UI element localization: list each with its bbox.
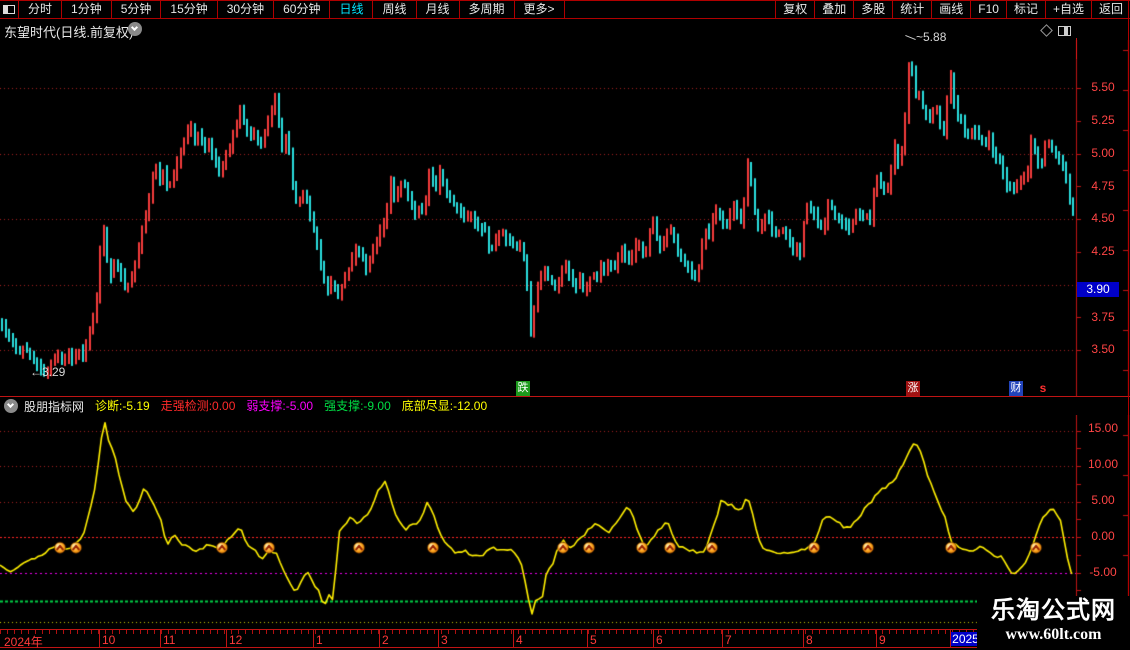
layout-toggle-button[interactable] (0, 1, 19, 18)
toolbar-button-60分钟[interactable]: 60分钟 (274, 1, 330, 18)
month-separator (226, 630, 227, 647)
indicator-chart[interactable] (0, 415, 1130, 630)
indicator-stats: 诊断:-5.19 走强检测:0.00 弱支撑:-5.00 强支撑:-9.00 底部尽显:… (84, 397, 487, 415)
stock-title: 东望时代(日线.前复权) (4, 22, 133, 41)
price-label: 5.00 (1078, 146, 1128, 160)
toolbar-button-1分钟[interactable]: 1分钟 (62, 1, 112, 18)
month-label-8: 8 (806, 633, 813, 647)
indicator-stat-诊断: 诊断:-5.19 (95, 399, 150, 413)
month-label-9: 9 (879, 633, 886, 647)
price-label: 4.50 (1078, 211, 1128, 225)
month-label-6: 6 (656, 633, 663, 647)
month-separator (438, 630, 439, 647)
candlestick-chart[interactable] (0, 40, 1130, 397)
sell-signal-marker: s (1036, 381, 1050, 396)
toolbar-button-复权[interactable]: 复权 (775, 1, 814, 18)
price-label: 4.25 (1078, 244, 1128, 258)
toolbar-button-5分钟[interactable]: 5分钟 (112, 1, 162, 18)
toolbar-button-返回[interactable]: 返回 (1091, 1, 1130, 18)
month-separator (313, 630, 314, 647)
price-label: 5.25 (1078, 113, 1128, 127)
toolbar-button-15分钟[interactable]: 15分钟 (161, 1, 217, 18)
month-label-11: 11 (163, 633, 175, 647)
split-panel-icon (3, 5, 15, 14)
month-label-7: 7 (725, 633, 732, 647)
month-separator (587, 630, 588, 647)
toolbar-button-月线[interactable]: 月线 (417, 1, 460, 18)
date-axis: 2024年 101112123456789 2025 (0, 629, 1077, 648)
month-separator (722, 630, 723, 647)
month-label-1: 1 (316, 633, 323, 647)
low-price-annotation: ←3.29 (30, 365, 65, 379)
signal-badge-财: 财 (1009, 381, 1023, 396)
indicator-value-label: 15.00 (1078, 421, 1128, 435)
month-label-10: 10 (102, 633, 115, 647)
indicator-value-label: 0.00 (1078, 529, 1128, 543)
toolbar-button-分时[interactable]: 分时 (19, 1, 62, 18)
toolbar-button-+自选[interactable]: +自选 (1045, 1, 1091, 18)
toolbar-button-画线[interactable]: 画线 (931, 1, 970, 18)
month-separator (653, 630, 654, 647)
title-dropdown-chevron-icon[interactable] (128, 22, 142, 36)
high-price-annotation: ~5.88 (916, 30, 946, 44)
period-buttons: 分时1分钟5分钟15分钟30分钟60分钟日线周线月线多周期更多> (19, 1, 565, 18)
indicator-stat-走强检测: 走强检测:0.00 (161, 399, 236, 413)
month-separator (513, 630, 514, 647)
watermark-url: www.60lt.com (977, 626, 1130, 644)
indicator-stat-强支撑: 强支撑:-9.00 (324, 399, 391, 413)
date-axis-ticks (0, 630, 1077, 634)
indicator-source-label: 股朋指标网 (24, 398, 84, 415)
toolbar-button-叠加[interactable]: 叠加 (814, 1, 853, 18)
diamond-icon[interactable] (1040, 24, 1053, 37)
price-label: 3.75 (1078, 310, 1128, 324)
toolbar-button-多周期[interactable]: 多周期 (460, 1, 515, 18)
indicator-dropdown-chevron-icon[interactable] (4, 399, 18, 413)
indicator-stat-底部尽显: 底部尽显:-12.00 (402, 399, 487, 413)
indicator-value-label: -5.00 (1078, 565, 1128, 579)
toolbar-button-周线[interactable]: 周线 (373, 1, 416, 18)
price-label: 4.75 (1078, 179, 1128, 193)
trading-app-window: 分时1分钟5分钟15分钟30分钟60分钟日线周线月线多周期更多> 复权叠加多股统… (0, 0, 1130, 650)
watermark: 乐淘公式网 www.60lt.com (977, 596, 1130, 650)
toolbar-button-日线[interactable]: 日线 (330, 1, 373, 18)
month-separator (99, 630, 100, 647)
toolbar-button-标记[interactable]: 标记 (1006, 1, 1045, 18)
signal-badge-跌: 跌 (516, 381, 530, 396)
toolbar-spacer (565, 1, 776, 18)
period-toolbar: 分时1分钟5分钟15分钟30分钟60分钟日线周线月线多周期更多> 复权叠加多股统… (0, 0, 1130, 19)
month-separator (803, 630, 804, 647)
toolbar-button-多股[interactable]: 多股 (853, 1, 892, 18)
price-label: 5.50 (1078, 80, 1128, 94)
toolbar-button-更多>[interactable]: 更多> (515, 1, 565, 18)
month-label-2: 2 (382, 633, 389, 647)
month-label-3: 3 (441, 633, 448, 647)
tool-buttons: 复权叠加多股统计画线F10标记+自选返回 (775, 1, 1130, 18)
watermark-site-name: 乐淘公式网 (977, 596, 1130, 626)
toolbar-button-F10[interactable]: F10 (970, 1, 1006, 18)
month-separator (160, 630, 161, 647)
month-label-4: 4 (516, 633, 523, 647)
indicator-stat-弱支撑: 弱支撑:-5.00 (246, 399, 313, 413)
year-start-label: 2024年 (4, 633, 43, 650)
indicator-value-label: 5.00 (1078, 493, 1128, 507)
indicator-header: 股朋指标网 诊断:-5.19 走强检测:0.00 弱支撑:-5.00 强支撑:-9.0… (0, 398, 487, 414)
right-border (1128, 0, 1129, 650)
price-highlight-badge: 3.90 (1077, 282, 1119, 297)
signal-badge-涨: 涨 (906, 381, 920, 396)
year-end-badge: 2025 (951, 632, 980, 646)
month-separator (379, 630, 380, 647)
price-label: 3.50 (1078, 342, 1128, 356)
toolbar-button-统计[interactable]: 统计 (892, 1, 931, 18)
toolbar-button-30分钟[interactable]: 30分钟 (218, 1, 274, 18)
month-separator (876, 630, 877, 647)
month-label-12: 12 (229, 633, 242, 647)
title-bar: 东望时代(日线.前复权) (0, 19, 1130, 40)
indicator-value-label: 10.00 (1078, 457, 1128, 471)
month-label-5: 5 (590, 633, 597, 647)
panel-layout-icon[interactable] (1058, 26, 1071, 36)
